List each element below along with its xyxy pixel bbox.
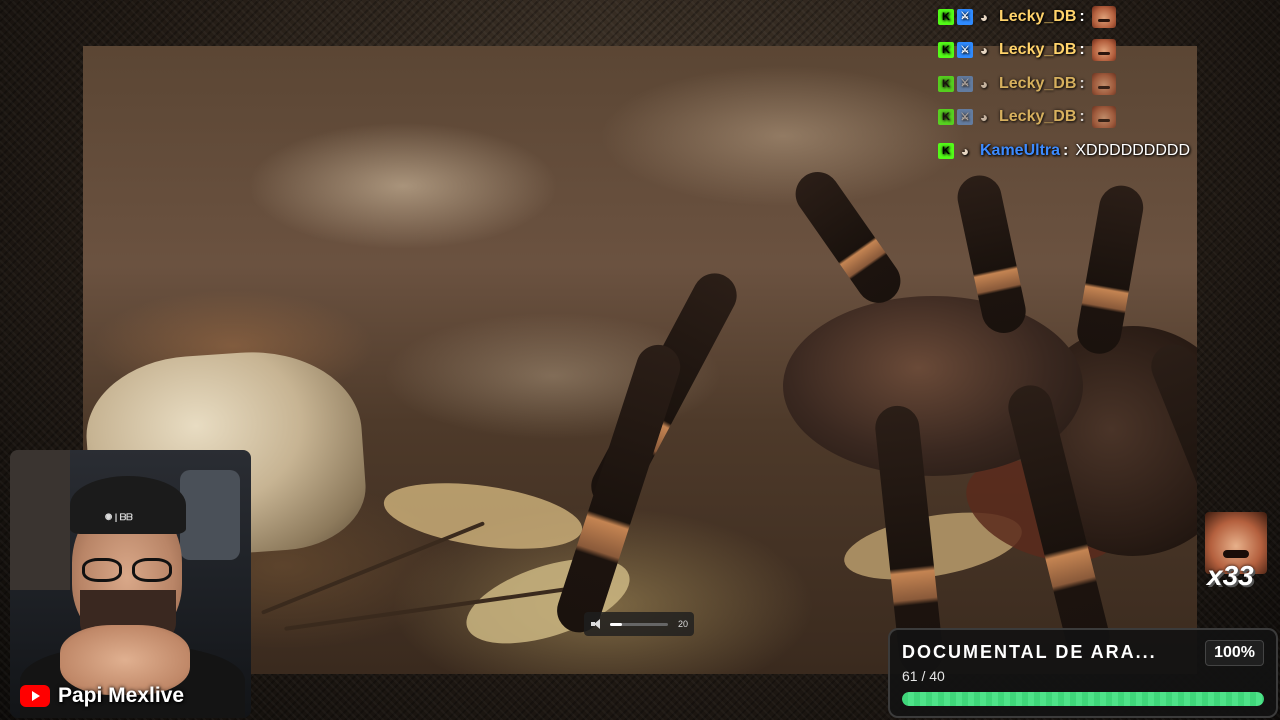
chat-username[interactable]: Lecky_DB [999, 8, 1076, 26]
bear-badge-icon: ◕ [979, 8, 989, 25]
volume-control[interactable]: 20 [584, 612, 694, 636]
laughing-face-emote [1091, 72, 1116, 95]
background-shelf [10, 450, 70, 590]
volume-slider-fill [610, 622, 622, 626]
streamer-name: Papi Mexlive [58, 684, 185, 707]
youtube-icon [20, 685, 50, 707]
chat-message: K ⚔ ◕ Lecky_DB: [938, 34, 1278, 68]
volume-slider[interactable] [610, 622, 668, 626]
goal-widget: DOCUMENTAL DE ARA... 100% 61 / 40 [888, 628, 1278, 718]
bear-badge-icon: ◕ [960, 142, 970, 159]
chat-message: K ⚔ ◕ Lecky_DB: [938, 67, 1278, 101]
chat-separator: : [1079, 108, 1085, 126]
chat-username[interactable]: Lecky_DB [999, 108, 1076, 126]
kick-badge-icon: K [938, 109, 954, 126]
moderator-badge-icon: ⚔ [957, 8, 973, 25]
tarantula-leg [786, 163, 910, 312]
moderator-badge-icon: ⚔ [957, 75, 973, 92]
cap-logo: ◉ | ᗷᗷ [105, 512, 133, 522]
bear-badge-icon: ◕ [979, 109, 989, 126]
streamer-cap [70, 476, 186, 534]
goal-title: DOCUMENTAL DE ARA... [902, 642, 1157, 662]
kick-badge-icon: K [938, 142, 954, 159]
speaker-icon[interactable] [590, 618, 602, 630]
chat-username[interactable]: Lecky_DB [999, 75, 1076, 93]
kick-badge-icon: K [938, 8, 954, 25]
goal-progress-bar [902, 692, 1264, 706]
streamer-glasses [80, 558, 180, 584]
bear-badge-icon: ◕ [979, 75, 989, 92]
goal-progress-fill [902, 692, 1264, 706]
moderator-badge-icon: ⚔ [957, 42, 973, 59]
chat-message: K ◕ KameUltra: XDDDDDDDDD [938, 134, 1278, 168]
goal-count: 61 / 40 [902, 668, 945, 684]
chat-separator: : [1079, 74, 1085, 92]
tarantula-leg [551, 339, 686, 639]
kick-badge-icon: K [938, 75, 954, 92]
chat-username[interactable]: Lecky_DB [999, 41, 1076, 59]
chat-message: K ⚔ ◕ Lecky_DB: [938, 0, 1278, 34]
bear-badge-icon: ◕ [979, 42, 989, 59]
goal-percent-badge: 100% [1205, 640, 1264, 666]
laughing-face-emote [1091, 5, 1116, 28]
chat-separator: : [1079, 41, 1085, 59]
chat-message: K ⚔ ◕ Lecky_DB: [938, 101, 1278, 135]
laughing-face-emote [1091, 39, 1116, 62]
moderator-badge-icon: ⚔ [957, 109, 973, 126]
background-light [180, 470, 240, 560]
chat-text: XDDDDDDDDD [1075, 141, 1191, 159]
laughing-face-emote [1091, 106, 1116, 129]
webcam-feed: ◉ | ᗷᗷ [10, 450, 251, 718]
chat-separator: : [1079, 7, 1085, 25]
streamer-label: Papi Mexlive [20, 684, 184, 708]
chat-separator: : [1063, 141, 1069, 159]
chat-username[interactable]: KameUltra [980, 142, 1060, 160]
chat-overlay: K ⚔ ◕ Lecky_DB: K ⚔ ◕ Lecky_DB: K ⚔ ◕ Lecky_DB: K ⚔ ◕ L… [938, 0, 1278, 168]
volume-value: 20 [677, 619, 688, 629]
kick-badge-icon: K [938, 42, 954, 59]
emote-combo: x33 [1205, 512, 1269, 594]
combo-count: x33 [1207, 560, 1254, 591]
